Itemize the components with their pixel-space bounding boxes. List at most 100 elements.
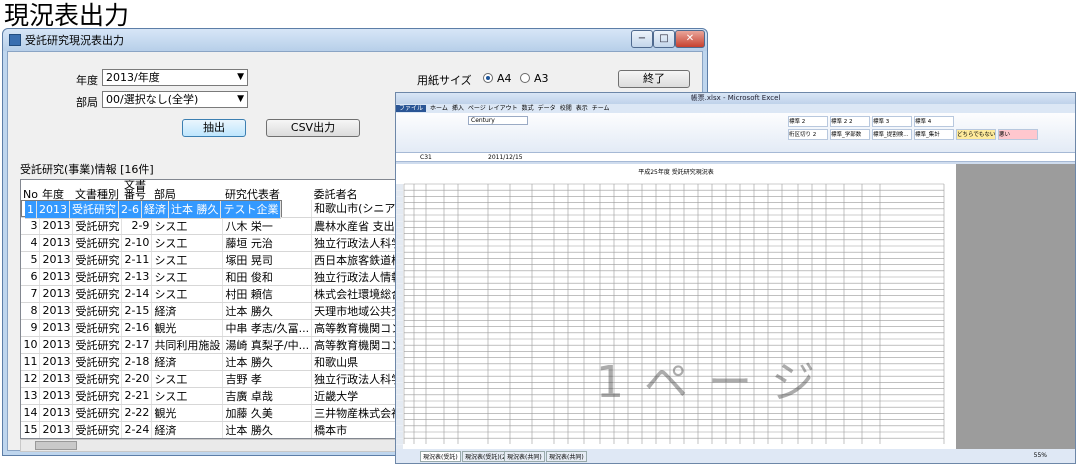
style-cell[interactable]: 悪い [998,129,1038,140]
row-header [396,413,403,420]
row-header [396,270,403,277]
style-cell[interactable]: 標準 2 [788,116,828,127]
table-cell: 塚田 晃司 [222,251,313,269]
table-row[interactable]: 122013受託研究2-20シス工吉野 孝独立行政法人科学技術振 [21,370,413,388]
cell-styles: 標準 2 標準 2 2 標準 3 標準 4 桁区切り 2 標準_学部数 標準_提割検... 標… [788,116,1038,142]
row-header [396,314,403,321]
paper-a3-radio[interactable]: A3 [520,72,549,85]
table-row[interactable]: 32013受託研究2-9シス工八木 栄一農林水産省 支出負担行 [21,217,413,235]
table-row[interactable]: 13 2013 受託研究 2-21 シス工 吉廣 卓哉 近畿大学 [21,387,413,405]
table-cell: 2-17 [121,336,153,354]
excel-title: 帳票.xlsx - Microsoft Excel [396,93,1075,104]
ribbon-tab[interactable]: チーム [592,105,610,112]
style-cell[interactable]: 標準_集計 [914,129,954,140]
ribbon-tab[interactable]: ページ レイアウト [468,105,518,112]
table-cell: シス工 [151,370,224,388]
horizontal-scrollbar[interactable] [20,439,414,452]
table-cell: 辻本 勝久 [168,201,222,219]
table-row[interactable]: 14 2013 受託研究 2-22 観光 加藤 久美 三井物産株式会社 [21,404,413,422]
table-cell: 経済 [151,302,224,320]
year-select[interactable]: 2013/年度 ▼ [102,69,248,86]
table-row[interactable]: 15 2013 受託研究 2-24 経済 辻本 勝久 橋本市 [21,421,413,438]
paper-a4-radio[interactable]: A4 [483,72,512,85]
table-cell: 2-24 [121,421,153,438]
style-cell[interactable]: 標準 4 [914,116,954,127]
table-cell: 辻本 勝久 [222,421,313,438]
row-header [396,215,403,221]
table-cell: 辻本 勝久 [222,353,313,371]
sheet-tab[interactable]: 現況表(受託) [420,451,461,462]
table-cell: 受託研究 [72,217,123,235]
table-cell: 中串 孝志/久冨... [222,319,313,337]
radio-icon [520,73,530,83]
ribbon-tab[interactable]: ホーム [430,105,448,112]
grid-header: No 年度 文書種別 文書番号 部局 研究代表者 委託者名 [21,180,413,200]
table-row[interactable]: 52013受託研究2-11シス工塚田 晃司西日本旅客鉄道株式会社 [21,251,413,269]
style-cell[interactable]: 標準_学部数 [830,129,870,140]
table-cell: 2-14 [121,285,153,303]
ribbon-tab[interactable]: 挿入 [452,105,464,112]
column-header[interactable]: 文書番号 [121,180,152,200]
table-row[interactable]: 11 2013 受託研究 2-18 経済 辻本 勝久 和歌山県 [21,353,413,371]
table-cell: 村田 頼信 [222,285,313,303]
table-cell: 八木 栄一 [222,217,313,235]
row-header [396,351,403,358]
minimize-button[interactable]: − [631,30,653,48]
sheet-tab[interactable]: 現況表(共同) [546,451,587,462]
row-header [396,326,403,333]
close-button[interactable]: ✕ [675,30,705,48]
table-cell: 6 [21,268,41,286]
table-cell: テスト企業 [220,201,282,219]
extract-button[interactable]: 抽出 [182,119,246,137]
table-cell: 7 [21,285,41,303]
column-header[interactable]: 部局 [151,180,223,200]
ribbon-tab[interactable]: 表示 [576,105,588,112]
dept-select[interactable]: 00/選択なし(全学) ▼ [102,91,248,108]
row-header [396,239,403,246]
table-cell: 2013 [39,319,74,337]
column-header[interactable]: 年度 [39,180,73,200]
table-cell: 2013 [39,404,74,422]
style-cell[interactable]: 標準_提割検... [872,129,912,140]
table-row[interactable]: 62013受託研究2-13シス工和田 俊和独立行政法人情報処理推 [21,268,413,286]
cell-reference[interactable]: C31 [420,153,432,162]
ribbon-tab[interactable]: ファイル [396,105,427,112]
style-cell[interactable]: 標準 2 2 [830,116,870,127]
excel-preview: 帳票.xlsx - Microsoft Excel ファイル ホーム 挿入 ページ レ… [395,92,1076,464]
style-cell[interactable]: どちらでもない [956,129,996,140]
table-cell: 受託研究 [72,285,123,303]
formula-value[interactable]: 2011/12/15 [488,153,523,162]
style-cell[interactable]: 標準 3 [872,116,912,127]
ribbon-tab[interactable]: 数式 [522,105,534,112]
table-cell: 受託研究 [72,421,123,438]
ribbon-tab[interactable]: 校閲 [560,105,572,112]
table-row[interactable]: 1 2013 受託研究 2-6 経済 辻本 勝久 テスト企業 [21,200,283,219]
column-header[interactable]: No [21,180,40,200]
style-cell[interactable]: 桁区切り 2 [788,129,828,140]
table-cell: 受託研究 [72,387,123,405]
row-header [396,184,403,190]
csv-export-button[interactable]: CSV出力 [266,119,360,137]
table-row[interactable]: 102013受託研究2-17共同利用施設湯崎 真梨子/中...高等教育機関コンソ… [21,336,413,354]
table-row[interactable]: 72013受託研究2-14シス工村田 頼信株式会社環境総合テクノス [21,285,413,303]
column-header[interactable]: 文書種別 [72,180,122,200]
scrollbar-thumb[interactable] [35,441,77,450]
radio-checked-icon [483,73,493,83]
sheet-tab[interactable]: 現況表(共同) [504,451,545,462]
table-cell: 4 [21,234,41,252]
font-select[interactable]: Century [468,116,528,125]
ribbon-tab[interactable]: データ [538,105,556,112]
table-row[interactable]: 92013受託研究2-16観光中串 孝志/久冨...高等教育機関コンソーシアム [21,319,413,337]
table-row[interactable]: 42013受託研究2-10シス工藤垣 元治独立行政法人科学技術振 [21,234,413,252]
results-grid[interactable]: No 年度 文書種別 文書番号 部局 研究代表者 委託者名 1 2013 受託研究 2-6 経済 辻本… [20,179,414,439]
row-header [396,190,403,197]
table-row[interactable]: 82013受託研究2-15経済辻本 勝久天理市地域公共交通活性 [21,302,413,320]
table-cell: 藤垣 元治 [222,234,313,252]
maximize-button[interactable]: □ [653,30,675,48]
chevron-down-icon: ▼ [237,94,244,104]
table-cell: 和田 俊和 [222,268,313,286]
row-header [396,388,403,395]
table-cell: 受託研究 [72,268,123,286]
column-header[interactable]: 研究代表者 [222,180,312,200]
exit-button[interactable]: 終了 [618,70,690,88]
